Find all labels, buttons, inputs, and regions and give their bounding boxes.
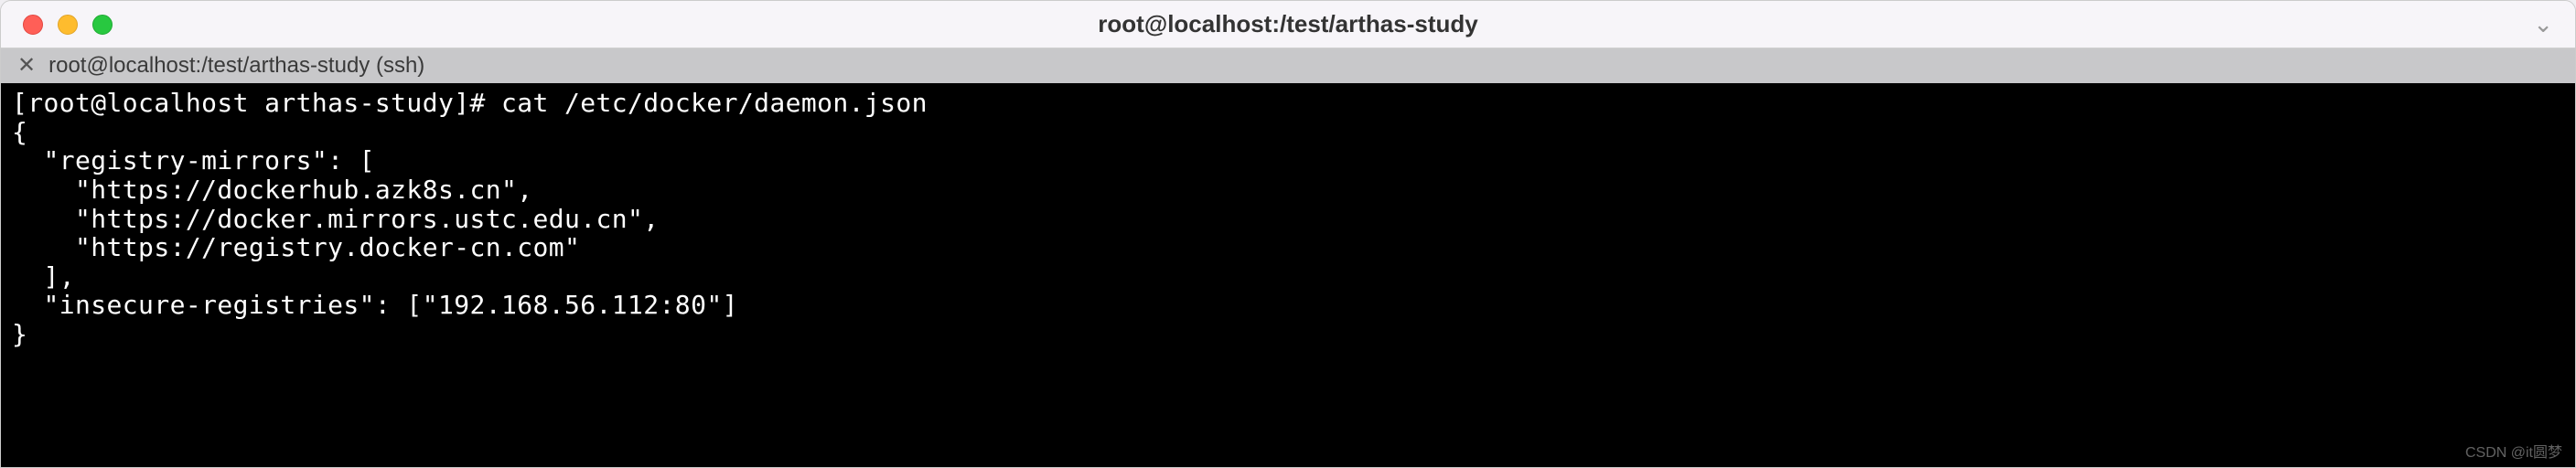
minimize-icon[interactable] <box>58 15 78 35</box>
maximize-icon[interactable] <box>92 15 113 35</box>
output-line: "registry-mirrors": [ <box>12 145 375 176</box>
chevron-down-icon[interactable]: ⌄ <box>2533 10 2553 38</box>
terminal-pane[interactable]: [root@localhost arthas-study]# cat /etc/… <box>1 83 2575 467</box>
command: cat /etc/docker/daemon.json <box>501 88 928 118</box>
tab-bar: ✕ root@localhost:/test/arthas-study (ssh… <box>1 48 2575 83</box>
output-line: ], <box>12 261 75 292</box>
prompt: [root@localhost arthas-study]# <box>12 88 501 118</box>
window-title: root@localhost:/test/arthas-study <box>1098 10 1477 38</box>
terminal-window: root@localhost:/test/arthas-study ⌄ ✕ ro… <box>0 0 2576 468</box>
output-line: "https://docker.mirrors.ustc.edu.cn", <box>12 204 660 234</box>
output-line: "https://dockerhub.azk8s.cn", <box>12 175 533 205</box>
close-icon[interactable] <box>23 15 43 35</box>
traffic-lights <box>1 15 113 35</box>
output-line: } <box>12 319 27 349</box>
title-bar: root@localhost:/test/arthas-study ⌄ <box>1 1 2575 48</box>
output-line: { <box>12 117 27 147</box>
watermark: CSDN @it圆梦 <box>2465 445 2562 462</box>
tab-label[interactable]: root@localhost:/test/arthas-study (ssh) <box>48 53 424 79</box>
tab-close-icon[interactable]: ✕ <box>17 55 36 77</box>
output-line: "insecure-registries": ["192.168.56.112:… <box>12 290 738 320</box>
output-line: "https://registry.docker-cn.com" <box>12 232 580 262</box>
